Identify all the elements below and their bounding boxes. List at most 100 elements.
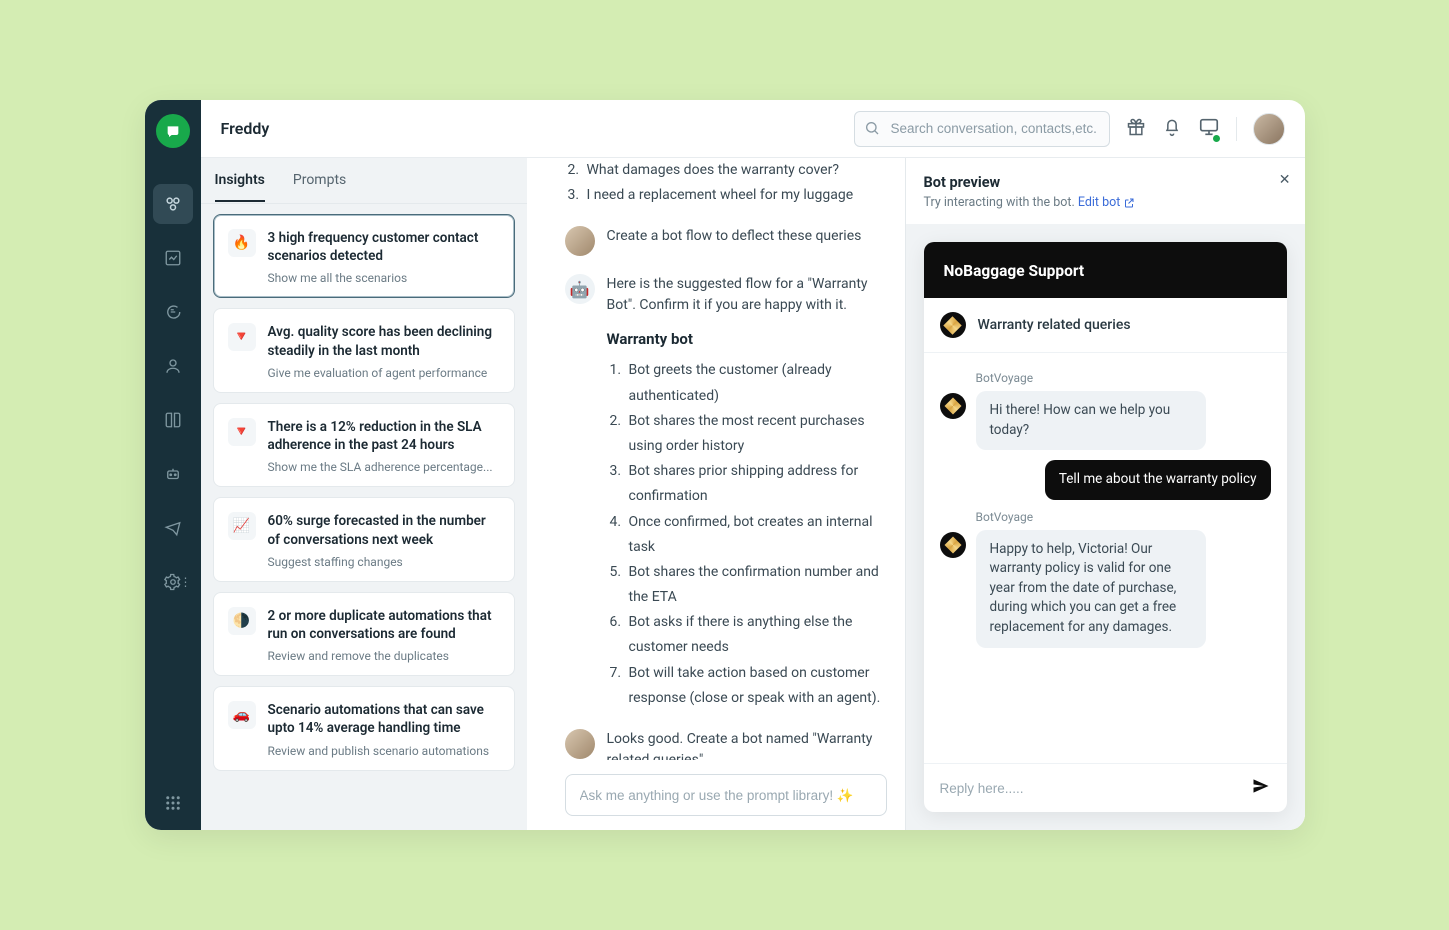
ask-box[interactable] [565, 774, 887, 816]
step-item: Bot shares the most recent purchases usi… [625, 409, 887, 459]
insight-card[interactable]: 🔻 There is a 12% reduction in the SLA adh… [213, 403, 515, 487]
chat-text: Create a bot flow to deflect these queri… [607, 226, 862, 247]
chat-panel: What damages does the warranty cover?I n… [527, 158, 905, 830]
search-icon [864, 120, 880, 140]
query-item: What damages does the warranty cover? [583, 158, 887, 183]
nav-knowledge[interactable] [153, 400, 193, 440]
bot-logo-icon [940, 312, 966, 338]
insight-icon: 🔻 [228, 418, 256, 446]
preview-panel: Bot preview Try interacting with the bot… [905, 158, 1305, 830]
step-item: Bot will take action based on customer r… [625, 661, 887, 711]
bot-input-row [924, 763, 1287, 812]
chat-text: Here is the suggested flow for a "Warran… [607, 274, 887, 316]
external-link-icon [1123, 197, 1135, 209]
insight-icon: 🌗 [228, 607, 256, 635]
preview-body: NoBaggage Support Warranty related queri… [906, 224, 1305, 830]
bot-message-row: Hi there! How can we help you today? [940, 391, 1271, 450]
main: Freddy [201, 100, 1305, 830]
insight-card[interactable]: 📈 60% surge forecasted in the number of c… [213, 497, 515, 581]
nav-dashboard[interactable] [153, 238, 193, 278]
bot-window: NoBaggage Support Warranty related queri… [924, 242, 1287, 812]
bot-topic-row: Warranty related queries [924, 298, 1287, 353]
insight-title: Scenario automations that can save upto … [268, 701, 500, 737]
bot-bubble: Happy to help, Victoria! Our warranty po… [976, 530, 1206, 648]
step-item: Bot shares the confirmation number and t… [625, 560, 887, 610]
topbar: Freddy [201, 100, 1305, 158]
gift-icon[interactable] [1126, 117, 1146, 141]
insight-icon: 📈 [228, 512, 256, 540]
page-title: Freddy [221, 119, 270, 138]
send-icon[interactable] [1251, 776, 1271, 800]
bot-message-row: Happy to help, Victoria! Our warranty po… [940, 530, 1271, 648]
insight-title: There is a 12% reduction in the SLA adhe… [268, 418, 500, 454]
bot-sender-label: BotVoyage [976, 371, 1271, 385]
bot-messages: BotVoyage Hi there! How can we help you … [924, 353, 1287, 763]
step-item: Bot greets the customer (already authent… [625, 358, 887, 408]
insight-title: 2 or more duplicate automations that run… [268, 607, 500, 643]
user-bubble: Tell me about the warranty policy [1045, 460, 1271, 500]
preview-subtitle: Try interacting with the bot. Edit bot [924, 195, 1287, 210]
user-avatar-small [565, 226, 595, 256]
insight-icon: 🔥 [228, 229, 256, 257]
preview-header: Bot preview Try interacting with the bot… [906, 158, 1305, 224]
search-input[interactable] [854, 111, 1110, 147]
chat-user-message: Create a bot flow to deflect these queri… [565, 226, 887, 256]
ask-input[interactable] [580, 788, 872, 803]
user-avatar-small [565, 729, 595, 759]
bell-icon[interactable] [1162, 117, 1182, 141]
nav-freddy[interactable] [153, 184, 193, 224]
insight-card[interactable]: 🔻 Avg. quality score has been declining s… [213, 308, 515, 392]
query-list: What damages does the warranty cover?I n… [583, 158, 887, 208]
divider [1236, 117, 1237, 141]
insight-icon: 🚗 [228, 701, 256, 729]
insights-list: 🔥 3 high frequency customer contact scena… [201, 204, 527, 830]
insight-title: 60% surge forecasted in the number of co… [268, 512, 500, 548]
nav-settings[interactable]: ⋮ [153, 562, 193, 602]
preview-title: Bot preview [924, 174, 1287, 191]
nav-apps[interactable] [164, 794, 182, 816]
reply-input[interactable] [940, 781, 1239, 796]
app-window: ⋮ Freddy [145, 100, 1305, 830]
content: Insights Prompts 🔥 3 high frequency custo… [201, 158, 1305, 830]
nav-conversations[interactable] [153, 292, 193, 332]
section-heading: Warranty bot [607, 330, 887, 348]
insight-card[interactable]: 🔥 3 high frequency customer contact scena… [213, 214, 515, 298]
close-icon[interactable]: ✕ [1279, 172, 1291, 188]
insight-card[interactable]: 🚗 Scenario automations that can save upto… [213, 686, 515, 770]
bot-avatar-small: 🤖 [565, 274, 595, 304]
bot-sender-label: BotVoyage [976, 510, 1271, 524]
nav-contacts[interactable] [153, 346, 193, 386]
bot-window-title: NoBaggage Support [924, 242, 1287, 298]
query-item: I need a replacement wheel for my luggag… [583, 183, 887, 208]
status-dot [1211, 133, 1222, 144]
bot-logo-icon [940, 393, 966, 419]
nav-bots[interactable] [153, 454, 193, 494]
user-avatar[interactable] [1253, 113, 1285, 145]
search-box[interactable] [854, 111, 1110, 147]
bot-bubble: Hi there! How can we help you today? [976, 391, 1206, 450]
chat-text: Looks good. Create a bot named "Warranty… [607, 729, 887, 760]
insight-icon: 🔻 [228, 323, 256, 351]
insight-title: 3 high frequency customer contact scenar… [268, 229, 500, 265]
chat-user-message: Looks good. Create a bot named "Warranty… [565, 729, 887, 760]
tabs: Insights Prompts [201, 158, 527, 204]
insight-title: Avg. quality score has been declining st… [268, 323, 500, 359]
insight-action: Review and remove the duplicates [268, 649, 500, 663]
chat-bot-message: 🤖 Here is the suggested flow for a "Warr… [565, 274, 887, 711]
bot-topic: Warranty related queries [978, 317, 1131, 333]
insight-action: Suggest staffing changes [268, 555, 500, 569]
insight-action: Give me evaluation of agent performance [268, 366, 500, 380]
insights-panel: Insights Prompts 🔥 3 high frequency custo… [201, 158, 527, 830]
monitor-icon[interactable] [1198, 116, 1220, 142]
app-logo[interactable] [156, 114, 190, 148]
nav-campaigns[interactable] [153, 508, 193, 548]
step-item: Bot asks if there is anything else the c… [625, 610, 887, 660]
tab-insights[interactable]: Insights [215, 160, 265, 202]
bot-steps: Bot greets the customer (already authent… [625, 358, 887, 711]
insight-card[interactable]: 🌗 2 or more duplicate automations that ru… [213, 592, 515, 676]
insight-action: Show me the SLA adherence percentage... [268, 460, 500, 474]
edit-bot-link[interactable]: Edit bot [1078, 195, 1121, 210]
tab-prompts[interactable]: Prompts [293, 160, 346, 202]
insight-action: Show me all the scenarios [268, 271, 500, 285]
step-item: Bot shares prior shipping address for co… [625, 459, 887, 509]
